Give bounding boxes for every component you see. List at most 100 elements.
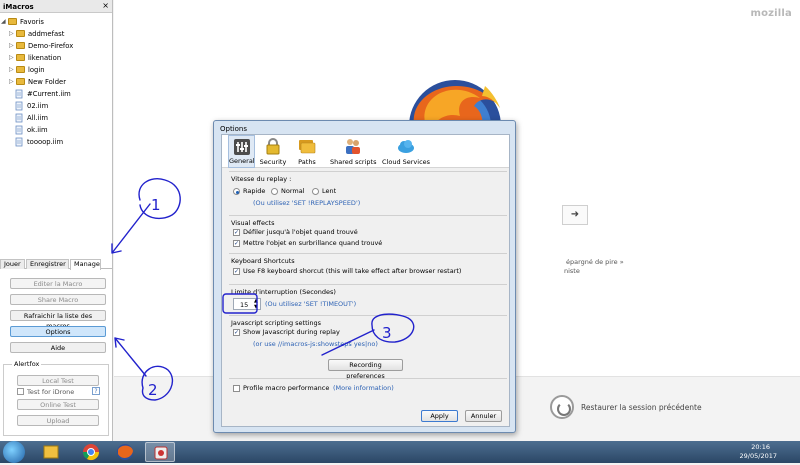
highlight-object-checkbox[interactable]: ✓ bbox=[233, 240, 240, 247]
expand-icon[interactable]: ▷ bbox=[9, 76, 14, 88]
upload-button[interactable]: Upload bbox=[17, 415, 99, 426]
imacros-sidebar: iMacros × ◢ Favoris ▷ addmefast ▷ Demo-F… bbox=[0, 0, 113, 441]
close-icon[interactable]: × bbox=[102, 1, 109, 10]
tab-shared-scripts[interactable]: Shared scripts bbox=[330, 135, 376, 168]
timeout-value[interactable]: 15 bbox=[240, 301, 248, 309]
windows-taskbar: 20:16 29/05/2017 bbox=[0, 441, 800, 463]
sidebar-title: iMacros bbox=[3, 3, 34, 11]
profile-performance-label: Profile macro performance bbox=[243, 384, 330, 392]
file-label: 02.iim bbox=[27, 102, 49, 110]
idrone-label: Test for iDrone bbox=[27, 388, 75, 396]
visual-effects-group: Visual effects ✓ Défiler jusqu'à l'objet… bbox=[229, 215, 507, 253]
macro-file-icon bbox=[15, 113, 23, 123]
folder-label: Demo-Firefox bbox=[28, 42, 74, 50]
keyboard-shortcuts-title: Keyboard Shortcuts bbox=[231, 257, 295, 265]
timeout-hint: (Ou utilisez 'SET !TIMEOUT') bbox=[265, 300, 357, 308]
js-hint: (or use //imacros-js:showsteps yes|no) bbox=[253, 340, 378, 348]
tab-general[interactable]: General bbox=[228, 135, 255, 168]
search-go-button[interactable]: ➜ bbox=[562, 205, 588, 225]
tab-cloud-services[interactable]: Cloud Services bbox=[382, 135, 430, 168]
help-button[interactable]: Aide bbox=[10, 342, 106, 353]
tree-file[interactable]: #Current.iim bbox=[0, 88, 112, 100]
tree-folder[interactable]: ▷ likenation bbox=[0, 52, 112, 64]
speed-slow-radio[interactable] bbox=[312, 188, 319, 195]
folder-icon bbox=[8, 18, 17, 25]
macro-file-icon bbox=[15, 101, 23, 111]
tree-file[interactable]: All.iim bbox=[0, 112, 112, 124]
tree-file[interactable]: 02.iim bbox=[0, 100, 112, 112]
general-icon bbox=[233, 139, 250, 155]
start-button-icon[interactable] bbox=[3, 441, 25, 463]
stepper-down-icon[interactable]: ▼ bbox=[254, 304, 258, 310]
dialog-body: General Security Paths Shared scripts Cl… bbox=[221, 134, 510, 427]
folder-icon bbox=[16, 78, 25, 85]
mozilla-logo: mozilla bbox=[750, 8, 792, 19]
tree-folder[interactable]: ▷ addmefast bbox=[0, 28, 112, 40]
cancel-button[interactable]: Annuler bbox=[465, 410, 502, 422]
tree-root[interactable]: ◢ Favoris bbox=[0, 16, 112, 28]
tree-file[interactable]: ok.iim bbox=[0, 124, 112, 136]
explorer-taskbar-icon[interactable] bbox=[36, 442, 66, 462]
f8-shortcut-label: Use F8 keyboard shorcut (this will take … bbox=[243, 267, 462, 275]
expand-icon[interactable]: ▷ bbox=[9, 52, 14, 64]
restore-session-button[interactable]: Restaurer la session précédente bbox=[581, 403, 702, 412]
js-settings-title: Javascript scripting settings bbox=[231, 319, 322, 327]
idrone-checkbox[interactable] bbox=[17, 388, 24, 395]
clock-date[interactable]: 29/05/2017 bbox=[740, 452, 777, 460]
expand-icon[interactable]: ▷ bbox=[9, 64, 14, 76]
apply-button[interactable]: Apply bbox=[421, 410, 458, 422]
file-label: All.iim bbox=[27, 114, 48, 122]
edit-macro-button[interactable]: Editer la Macro bbox=[10, 278, 106, 289]
online-test-button[interactable]: Online Test bbox=[17, 399, 99, 410]
macro-file-icon bbox=[15, 89, 23, 99]
timeout-stepper[interactable]: 15 ▲ ▼ bbox=[233, 298, 261, 310]
active-app-taskbar-icon[interactable] bbox=[145, 442, 175, 462]
scroll-to-object-checkbox[interactable]: ✓ bbox=[233, 229, 240, 236]
tab-security[interactable]: Security bbox=[258, 135, 288, 168]
tab-manage[interactable]: Manage bbox=[70, 259, 101, 270]
clock-time[interactable]: 20:16 bbox=[751, 443, 770, 451]
recording-preferences-button[interactable]: Recording preferences bbox=[328, 359, 403, 380]
options-button[interactable]: Options bbox=[10, 326, 106, 337]
lock-icon bbox=[266, 138, 280, 155]
speed-normal-radio[interactable] bbox=[271, 188, 278, 195]
tab-paths-label: Paths bbox=[298, 158, 316, 166]
speed-fast-radio[interactable] bbox=[233, 188, 240, 195]
f8-shortcut-checkbox[interactable]: ✓ bbox=[233, 268, 240, 275]
tab-cloud-services-label: Cloud Services bbox=[382, 158, 431, 166]
firefox-taskbar-icon[interactable] bbox=[110, 442, 140, 462]
expand-icon[interactable]: ▷ bbox=[9, 28, 14, 40]
share-macro-button[interactable]: Share Macro bbox=[10, 294, 106, 305]
restore-session-icon[interactable] bbox=[550, 395, 574, 419]
expand-icon[interactable]: ▷ bbox=[9, 40, 14, 52]
tree-root-label: Favoris bbox=[20, 18, 44, 26]
chrome-taskbar-icon[interactable] bbox=[76, 442, 106, 462]
system-tray: 20:16 29/05/2017 bbox=[680, 441, 800, 463]
show-js-label: Show Javascript during replay bbox=[243, 328, 340, 336]
options-toolbar: General Security Paths Shared scripts Cl… bbox=[222, 135, 509, 168]
refresh-macros-button[interactable]: Rafraichir la liste des macros bbox=[10, 310, 106, 330]
visual-effects-title: Visual effects bbox=[231, 219, 275, 227]
cloud-icon bbox=[398, 140, 414, 153]
tab-record[interactable]: Enregistrer bbox=[26, 259, 69, 269]
snippet-text[interactable]: épargné de pire » bbox=[566, 258, 624, 266]
tree-folder[interactable]: ▷ Demo-Firefox bbox=[0, 40, 112, 52]
sidebar-tabs: Jouer Enregistrer Manage bbox=[0, 259, 112, 270]
profile-performance-checkbox[interactable] bbox=[233, 385, 240, 392]
scroll-to-object-label: Défiler jusqu'à l'objet quand trouvé bbox=[243, 228, 358, 236]
js-settings-group: Javascript scripting settings ✓ Show Jav… bbox=[229, 315, 507, 351]
tree-file[interactable]: toooop.iim bbox=[0, 136, 112, 148]
collapse-icon[interactable]: ◢ bbox=[1, 16, 6, 28]
replay-speed-group: Vitesse du replay : Rapide Normal Lent (… bbox=[229, 171, 507, 217]
help-icon[interactable]: ? bbox=[92, 387, 100, 395]
timeout-title: Limite d'interruption (Secondes) bbox=[231, 288, 336, 296]
tab-security-label: Security bbox=[259, 158, 287, 166]
tab-shared-scripts-label: Shared scripts bbox=[330, 158, 377, 166]
tab-paths[interactable]: Paths bbox=[292, 135, 322, 168]
tree-folder[interactable]: ▷ login bbox=[0, 64, 112, 76]
tree-folder[interactable]: ▷ New Folder bbox=[0, 76, 112, 88]
more-information-link[interactable]: (More information) bbox=[333, 384, 394, 392]
show-js-checkbox[interactable]: ✓ bbox=[233, 329, 240, 336]
tab-play[interactable]: Jouer bbox=[0, 259, 25, 269]
local-test-button[interactable]: Local Test bbox=[17, 375, 99, 386]
